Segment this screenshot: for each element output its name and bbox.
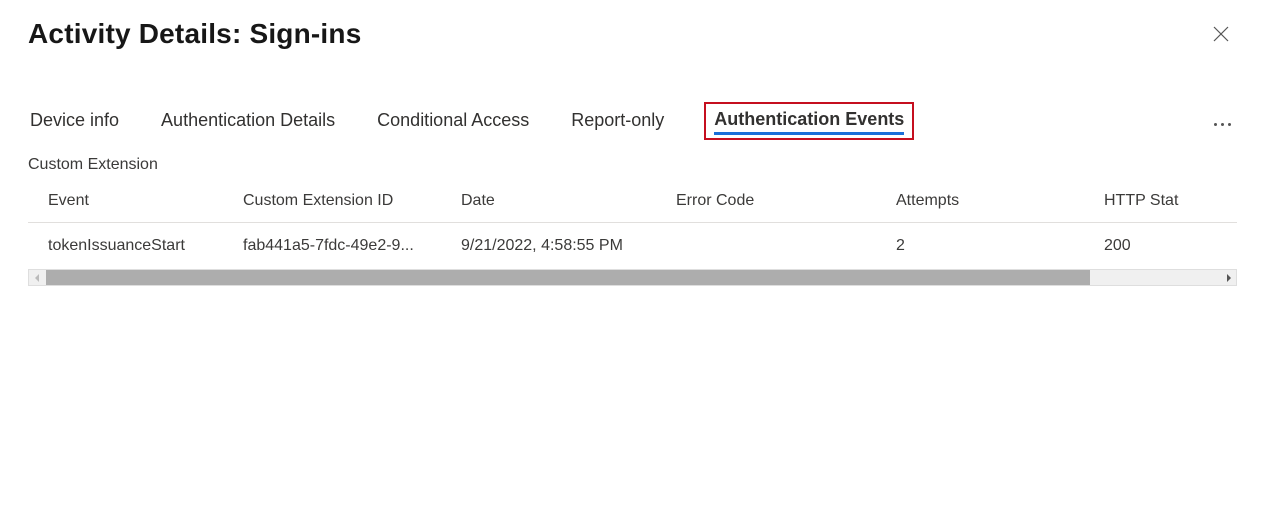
horizontal-scrollbar[interactable]	[28, 269, 1237, 286]
col-header-date[interactable]: Date	[461, 192, 676, 210]
tab-list: Device info Authentication Details Condi…	[28, 108, 914, 140]
events-table: Event Custom Extension ID Date Error Cod…	[28, 182, 1237, 286]
scroll-right-button[interactable]	[1219, 270, 1236, 285]
tab-active-underline	[714, 132, 904, 135]
cell-error-code	[676, 237, 896, 255]
cell-http-status: 200	[1104, 237, 1204, 255]
tab-conditional-access[interactable]: Conditional Access	[375, 108, 531, 140]
page-title: Activity Details: Sign-ins	[28, 18, 362, 50]
close-button[interactable]	[1205, 18, 1237, 50]
dot-icon	[1228, 123, 1231, 126]
col-header-event[interactable]: Event	[28, 192, 243, 210]
table-header: Event Custom Extension ID Date Error Cod…	[28, 182, 1237, 223]
scroll-left-button	[29, 270, 46, 285]
more-tabs-button[interactable]	[1208, 117, 1237, 132]
cell-event: tokenIssuanceStart	[28, 237, 243, 255]
section-label: Custom Extension	[28, 156, 1237, 174]
tab-highlight-box: Authentication Events	[704, 102, 914, 140]
cell-attempts: 2	[896, 237, 1104, 255]
col-header-extension-id[interactable]: Custom Extension ID	[243, 192, 461, 210]
tab-label: Authentication Events	[714, 109, 904, 129]
cell-date: 9/21/2022, 4:58:55 PM	[461, 237, 676, 255]
tab-report-only[interactable]: Report-only	[569, 108, 666, 140]
scrollbar-thumb[interactable]	[46, 270, 1090, 285]
tab-authentication-events[interactable]: Authentication Events	[714, 109, 904, 130]
table-row[interactable]: tokenIssuanceStart fab441a5-7fdc-49e2-9.…	[28, 223, 1237, 269]
close-icon	[1213, 26, 1229, 42]
col-header-attempts[interactable]: Attempts	[896, 192, 1104, 210]
scrollbar-track[interactable]	[46, 270, 1219, 285]
dot-icon	[1221, 123, 1224, 126]
col-header-error-code[interactable]: Error Code	[676, 192, 896, 210]
chevron-right-icon	[1224, 274, 1232, 282]
tab-device-info[interactable]: Device info	[28, 108, 121, 140]
cell-extension-id: fab441a5-7fdc-49e2-9...	[243, 237, 461, 255]
chevron-left-icon	[34, 274, 42, 282]
col-header-http-status[interactable]: HTTP Stat	[1104, 192, 1204, 210]
tab-authentication-details[interactable]: Authentication Details	[159, 108, 337, 140]
dot-icon	[1214, 123, 1217, 126]
